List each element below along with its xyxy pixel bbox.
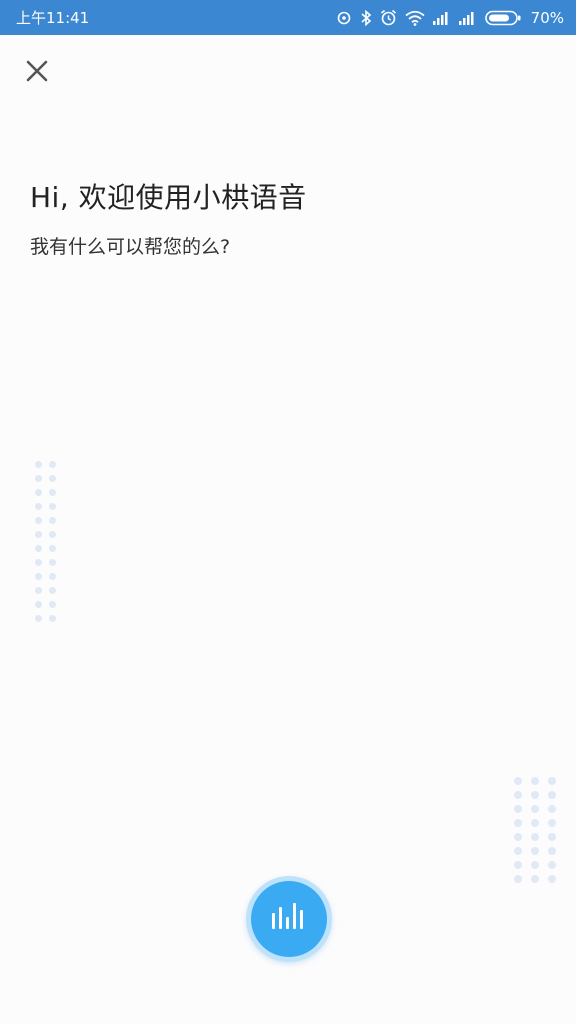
decorative-dots-left <box>35 461 56 622</box>
battery-icon <box>484 10 521 26</box>
signal-icon <box>432 11 451 25</box>
voice-input-button[interactable] <box>246 876 332 962</box>
status-time: 上午11:41 <box>16 9 90 27</box>
prompt-text: 我有什么可以帮您的么? <box>30 236 231 258</box>
close-button[interactable] <box>18 54 56 92</box>
close-icon <box>25 59 49 87</box>
battery-percent: 70% <box>530 8 564 27</box>
sound-wave-icon <box>269 901 309 937</box>
wifi-icon <box>405 10 425 26</box>
bluetooth-icon <box>360 9 372 26</box>
voice-input-button-core[interactable] <box>251 881 327 957</box>
sync-icon <box>336 10 352 26</box>
greeting-title: Hi, 欢迎使用小栱语音 <box>30 181 307 214</box>
alarm-icon <box>380 9 397 26</box>
signal-icon <box>458 11 477 25</box>
status-bar: 上午11:41 70% <box>0 0 576 35</box>
decorative-dots-right <box>514 777 556 883</box>
